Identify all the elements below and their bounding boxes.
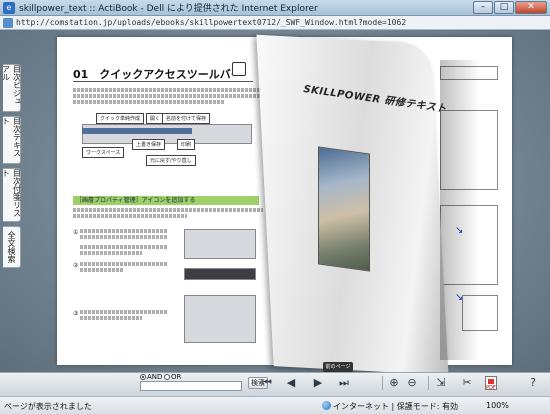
zoom-in-icon[interactable]: ⊕ (387, 376, 401, 390)
globe-icon (322, 401, 331, 410)
step-2-screenshot (184, 268, 256, 280)
crop-icon[interactable]: ✂ (460, 376, 474, 390)
industrial-photo (318, 146, 370, 272)
status-text: ページが表示されました (4, 402, 92, 411)
radio-or[interactable]: OR (164, 373, 181, 381)
side-tab-label: 目次ビジュアル (1, 65, 22, 105)
zoom-level[interactable]: 100% (486, 401, 509, 410)
next-page-icon[interactable]: ▶ (311, 376, 325, 390)
callout-print: 印刷 (177, 139, 196, 150)
ribbon-bar (82, 128, 192, 134)
side-tab-sticky-list[interactable]: 目次付箋リスト (1, 168, 22, 222)
side-tab-label: 目次付箋リスト (1, 169, 22, 217)
chapter-title: 01 クイックアクセスツールバー (73, 68, 242, 81)
ribbon-screenshot (82, 124, 252, 144)
export-icon[interactable]: ⇲ (434, 376, 448, 390)
callout-workspace: ワークスペース (82, 147, 125, 158)
chapter-divider (73, 81, 253, 82)
zoom-out-icon[interactable]: ⊖ (405, 376, 419, 390)
radio-and-label: AND (147, 373, 163, 381)
section-text-block (73, 208, 263, 218)
radio-and-dot[interactable] (140, 374, 146, 380)
step-3-screenshot (184, 295, 256, 343)
security-zone-label: インターネット | 保護モード: 有効 (333, 402, 459, 411)
prev-page-icon[interactable]: ◀ (284, 376, 298, 390)
intro-text-block (73, 88, 263, 104)
callout-overwrite-save: 上書き保存 (132, 139, 166, 150)
help-icon[interactable]: ? (526, 376, 540, 390)
minimize-button[interactable]: – (473, 1, 493, 14)
step-3-text (80, 310, 168, 320)
step-3-number: ③ (73, 310, 79, 317)
page-badge: 前のページ (323, 362, 353, 372)
step-1-number: ① (73, 229, 79, 236)
first-page-icon[interactable]: ⏮ (260, 376, 274, 390)
step-2-number: ② (73, 262, 79, 269)
radio-and[interactable]: AND (140, 373, 162, 381)
radio-or-dot[interactable] (164, 374, 170, 380)
security-zone[interactable]: インターネット | 保護モード: 有効 (322, 401, 458, 412)
search-input[interactable] (140, 381, 242, 391)
last-page-icon[interactable]: ⏭ (337, 376, 351, 390)
page-icon (3, 17, 13, 28)
maximize-button[interactable]: □ (494, 1, 514, 14)
callout-quick-new: クイック単純作成 (96, 113, 145, 124)
window-titlebar: e skillpower_text :: ActiBook - Dell により… (0, 0, 550, 16)
callout-undo-redo: 元に戻す/やり直し (146, 155, 196, 166)
step-1-text (80, 229, 168, 255)
ie-app-icon: e (3, 1, 15, 14)
address-url[interactable]: http://comstation.jp/uploads/ebooks/skil… (16, 18, 406, 27)
side-tab-text-toc[interactable]: 目次テキスト (1, 116, 22, 164)
side-tab-visual-toc[interactable]: 目次ビジュアル (1, 64, 22, 112)
section-heading: ［画層プロパティ管理］アイコンを追加する (73, 196, 259, 205)
book-icon (232, 62, 246, 76)
callout-save-as: 名前を付けて保存 (162, 113, 211, 124)
pdf-icon[interactable]: PDF (485, 376, 497, 391)
step-1-screenshot (184, 229, 256, 259)
address-bar[interactable]: http://comstation.jp/uploads/ebooks/skil… (0, 16, 550, 30)
side-tab-label: 全文検索 (7, 231, 16, 263)
radio-or-label: OR (171, 373, 182, 381)
step-2-text (80, 262, 168, 272)
side-tab-label: 目次テキスト (1, 117, 22, 157)
toolbar-separator (382, 376, 383, 390)
side-tab-fulltext-search[interactable]: 全文検索 (3, 226, 21, 268)
status-bar: ページが表示されました インターネット | 保護モード: 有効 100% (0, 396, 550, 414)
toolbar-separator (428, 376, 429, 390)
close-button[interactable]: ✕ (515, 1, 547, 14)
window-title: skillpower_text :: ActiBook - Dell により提供… (19, 4, 318, 14)
